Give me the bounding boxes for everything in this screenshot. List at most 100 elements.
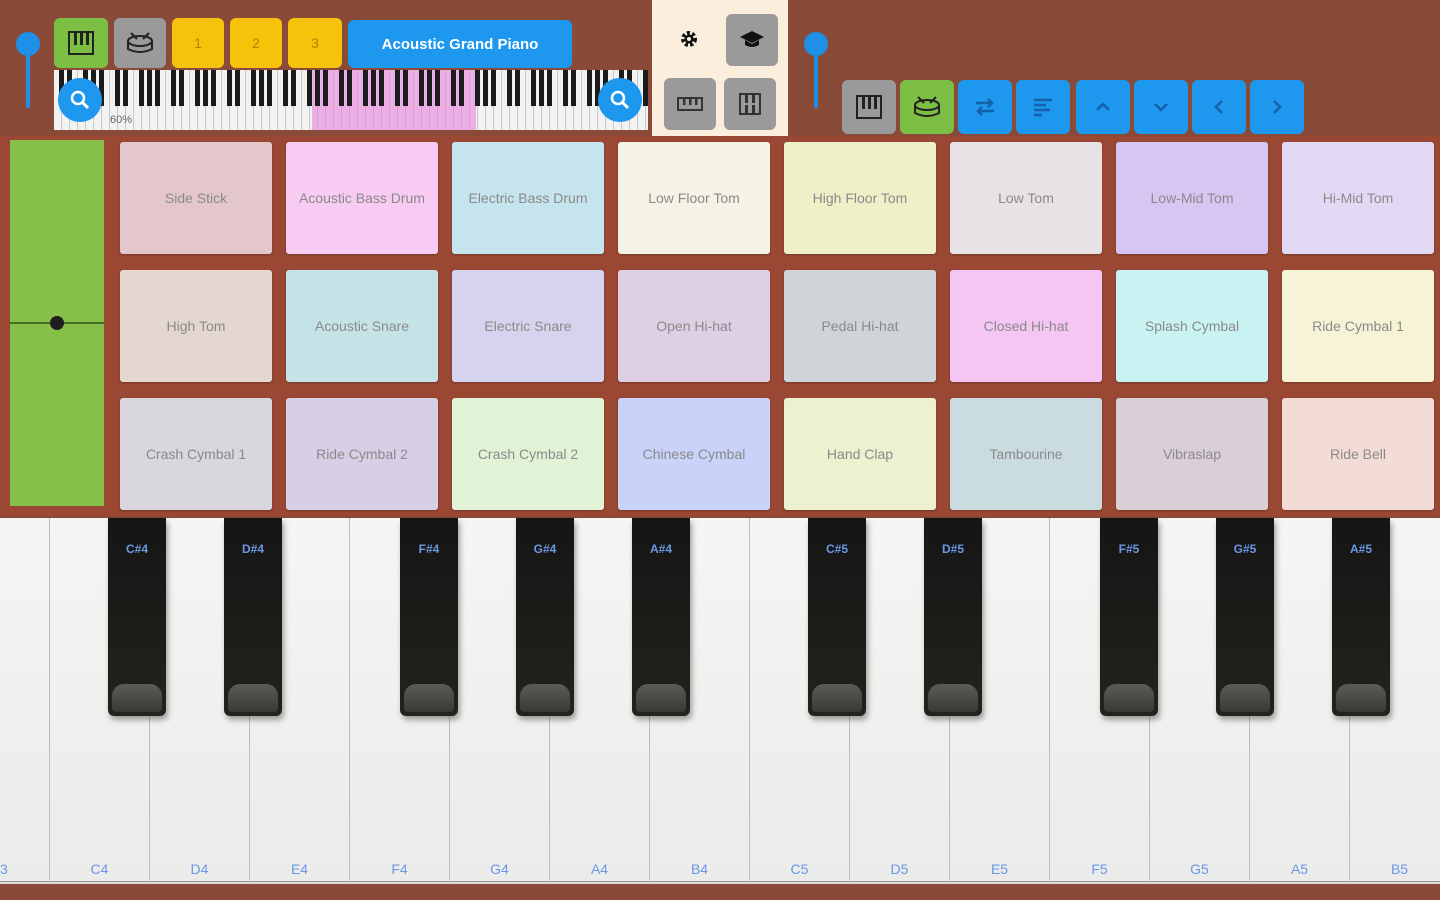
drum-pad-label: Tambourine bbox=[989, 446, 1063, 462]
move-down-button[interactable] bbox=[1134, 80, 1188, 134]
white-key-label: A4 bbox=[590, 861, 609, 877]
drum-pad[interactable]: Side Stick bbox=[120, 142, 272, 254]
mini-black-key bbox=[419, 70, 424, 106]
mini-black-key bbox=[491, 70, 496, 106]
mini-black-key bbox=[451, 70, 456, 106]
white-key-label: E4 bbox=[290, 861, 309, 877]
black-key[interactable]: C#5 bbox=[808, 518, 866, 716]
drum-pad[interactable]: Pedal Hi-hat bbox=[784, 270, 936, 382]
black-key[interactable]: A#5 bbox=[1332, 518, 1390, 716]
piano-mode-button[interactable] bbox=[54, 18, 108, 68]
drum-mode-button-right[interactable] bbox=[900, 80, 954, 134]
piano-mode-button-right[interactable] bbox=[842, 80, 896, 134]
volume-slider-right[interactable] bbox=[804, 32, 828, 108]
keyboard-layout-single-button[interactable] bbox=[664, 78, 716, 130]
drum-pad[interactable]: Crash Cymbal 1 bbox=[120, 398, 272, 510]
drum-pad[interactable]: Hi-Mid Tom bbox=[1282, 142, 1434, 254]
piano-keyboard: 3 C4 D4 E4 F4 G4 A4 B4 C5 D5 E5 F5 G5 A5 B5 C#4 D#4 F#4 G#… bbox=[0, 518, 1440, 884]
drum-pad[interactable]: Hand Clap bbox=[784, 398, 936, 510]
black-key-label: G#4 bbox=[533, 542, 557, 556]
black-key-label: G#5 bbox=[1233, 542, 1257, 556]
drum-pad[interactable]: Acoustic Snare bbox=[286, 270, 438, 382]
drum-pad[interactable]: Splash Cymbal bbox=[1116, 270, 1268, 382]
swap-button[interactable] bbox=[958, 80, 1012, 134]
drum-pad[interactable]: Ride Cymbal 2 bbox=[286, 398, 438, 510]
next-button[interactable] bbox=[1250, 80, 1304, 134]
mini-black-key bbox=[539, 70, 544, 106]
track-button-2-label: 2 bbox=[252, 35, 260, 51]
zoom-in-button[interactable] bbox=[598, 78, 642, 122]
settings-button[interactable] bbox=[664, 14, 714, 64]
piano-icon bbox=[856, 95, 882, 119]
black-key-label: D#4 bbox=[241, 542, 264, 556]
graduation-cap-icon bbox=[740, 31, 764, 47]
track-button-1[interactable]: 1 bbox=[172, 18, 224, 68]
drum-pad[interactable]: Closed Hi-hat bbox=[950, 270, 1102, 382]
black-key[interactable]: G#5 bbox=[1216, 518, 1274, 716]
mini-black-key bbox=[171, 70, 176, 106]
drum-pad[interactable]: Low Floor Tom bbox=[618, 142, 770, 254]
drum-pad[interactable]: Low-Mid Tom bbox=[1116, 142, 1268, 254]
align-button[interactable] bbox=[1016, 80, 1070, 134]
swap-icon bbox=[976, 98, 994, 116]
black-key-cap bbox=[404, 684, 454, 712]
black-key[interactable]: F#4 bbox=[400, 518, 458, 716]
drum-pad[interactable]: Vibraslap bbox=[1116, 398, 1268, 510]
black-key-cap bbox=[1220, 684, 1270, 712]
previous-button[interactable] bbox=[1192, 80, 1246, 134]
drum-pad[interactable]: High Tom bbox=[120, 270, 272, 382]
mini-black-key bbox=[427, 70, 432, 106]
black-key[interactable]: A#4 bbox=[632, 518, 690, 716]
mini-black-key bbox=[155, 70, 160, 106]
zoom-out-button[interactable] bbox=[58, 78, 102, 122]
keyboard-layout-dual-button[interactable] bbox=[724, 78, 776, 130]
drum-pad[interactable]: Electric Snare bbox=[452, 270, 604, 382]
drum-pad-label: Chinese Cymbal bbox=[642, 446, 746, 462]
drum-pad-label: Acoustic Snare bbox=[314, 318, 410, 334]
chevron-left-icon bbox=[1214, 100, 1223, 114]
drum-pad[interactable]: Open Hi-hat bbox=[618, 270, 770, 382]
drum-pad-label: Closed Hi-hat bbox=[983, 318, 1069, 334]
black-key[interactable]: C#4 bbox=[108, 518, 166, 716]
drum-pad[interactable]: Ride Cymbal 1 bbox=[1282, 270, 1434, 382]
drum-pad[interactable]: Ride Bell bbox=[1282, 398, 1434, 510]
black-key[interactable]: D#4 bbox=[224, 518, 282, 716]
drum-pad[interactable]: Crash Cymbal 2 bbox=[452, 398, 604, 510]
black-key-cap bbox=[928, 684, 978, 712]
drum-pad[interactable]: Electric Bass Drum bbox=[452, 142, 604, 254]
drum-pad[interactable]: Low Tom bbox=[950, 142, 1102, 254]
instrument-select-button[interactable]: Acoustic Grand Piano bbox=[348, 20, 572, 68]
pitch-bend-fader[interactable] bbox=[10, 140, 104, 506]
drum-pad-label: Ride Cymbal 1 bbox=[1312, 318, 1404, 334]
instrument-label: Acoustic Grand Piano bbox=[381, 35, 539, 53]
fader-handle[interactable] bbox=[50, 316, 64, 330]
drum-mode-button[interactable] bbox=[114, 18, 166, 68]
white-key-label: D4 bbox=[190, 861, 209, 877]
black-key-label: A#5 bbox=[1349, 542, 1372, 556]
drum-pad[interactable]: Acoustic Bass Drum bbox=[286, 142, 438, 254]
track-button-3[interactable]: 3 bbox=[288, 18, 342, 68]
white-key[interactable]: 3 bbox=[0, 518, 50, 882]
drum-pad[interactable]: Tambourine bbox=[950, 398, 1102, 510]
move-up-button[interactable] bbox=[1076, 80, 1130, 134]
mini-black-key bbox=[531, 70, 536, 106]
black-key-label: A#4 bbox=[649, 542, 672, 556]
gear-icon bbox=[681, 31, 697, 47]
volume-slider-right-thumb[interactable] bbox=[804, 32, 828, 56]
keyboard-range-navigator[interactable]: 60% bbox=[54, 70, 648, 130]
black-key[interactable]: D#5 bbox=[924, 518, 982, 716]
black-key[interactable]: G#4 bbox=[516, 518, 574, 716]
volume-slider-thumb[interactable] bbox=[16, 32, 40, 56]
learn-button[interactable] bbox=[726, 14, 778, 66]
white-key-label: G5 bbox=[1190, 861, 1209, 877]
track-button-2[interactable]: 2 bbox=[230, 18, 282, 68]
mini-black-key bbox=[251, 70, 256, 106]
volume-slider-left[interactable] bbox=[16, 32, 40, 108]
black-key[interactable]: F#5 bbox=[1100, 518, 1158, 716]
track-button-3-label: 3 bbox=[311, 35, 319, 51]
dual-keyboard-icon bbox=[739, 93, 761, 115]
drum-pad[interactable]: High Floor Tom bbox=[784, 142, 936, 254]
mini-black-key bbox=[115, 70, 120, 106]
drum-pad[interactable]: Chinese Cymbal bbox=[618, 398, 770, 510]
mini-black-key bbox=[643, 70, 648, 106]
